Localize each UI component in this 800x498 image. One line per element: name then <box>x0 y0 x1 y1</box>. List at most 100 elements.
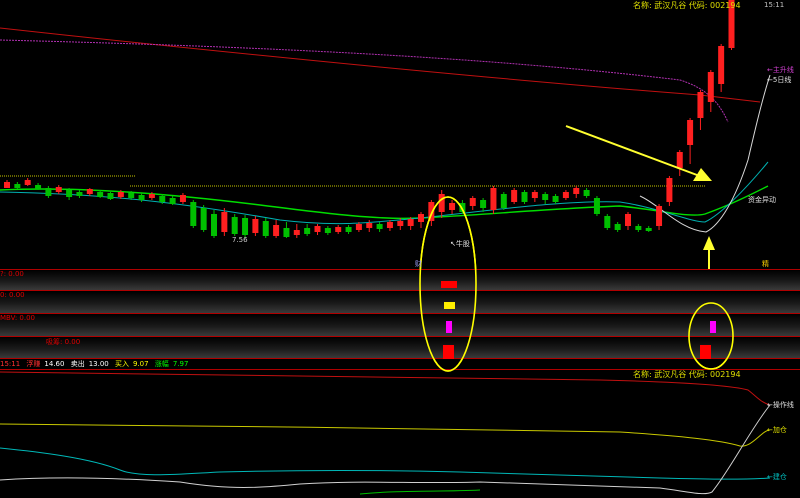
candle <box>324 228 331 233</box>
candle <box>718 46 725 84</box>
candle <box>397 221 404 226</box>
candle <box>366 223 373 228</box>
legend-add: ←加仓 <box>767 426 787 434</box>
candle <box>35 185 42 189</box>
right-small-label: 精 <box>762 260 769 268</box>
main-time: 15:11 <box>764 1 785 9</box>
panel-2-label: 0: 0.00 <box>0 291 25 299</box>
candle <box>200 208 207 230</box>
status-item-1-label: 卖出 <box>70 360 85 368</box>
candle <box>635 226 642 230</box>
arrow-head-bottom <box>703 236 715 250</box>
panel-4-label: 吸筹: 0.00 <box>46 338 81 346</box>
status-time: 15:11 <box>0 360 21 368</box>
candle <box>148 194 155 198</box>
candle <box>304 228 311 234</box>
candle <box>107 193 114 199</box>
candle <box>707 72 714 102</box>
panel-sep-4 <box>0 336 800 337</box>
candle <box>128 193 135 198</box>
candle <box>138 195 145 200</box>
long-ma-magenta <box>0 39 729 123</box>
candle <box>376 224 383 229</box>
candle <box>656 206 663 226</box>
status-item-1-value: 13.00 <box>88 360 109 368</box>
low-price-label: 7.56 <box>232 236 248 244</box>
status-item-0-label: 浮赚 <box>26 360 41 368</box>
panel-sep-3 <box>0 313 800 314</box>
candle <box>293 230 300 235</box>
arrow-line-top <box>565 125 706 179</box>
candle <box>687 120 694 145</box>
kline-chart[interactable] <box>0 0 800 498</box>
candle <box>14 184 21 188</box>
lower-header: 名称: 武汉凡谷 代码: 002194 <box>633 370 741 379</box>
left-small-label: 财 <box>415 260 422 268</box>
candle <box>283 228 290 237</box>
candle <box>159 196 166 202</box>
candle <box>438 194 445 212</box>
panel-1-label: ?: 0.00 <box>0 270 24 278</box>
status-item-3-value: 7.97 <box>172 360 189 368</box>
lower-cyan-line <box>0 447 771 480</box>
status-item-3-label: 涨幅 <box>154 360 169 368</box>
candle <box>469 198 476 206</box>
legend-ma5: ←5日线 <box>767 76 792 84</box>
candle <box>45 188 52 196</box>
ma-green <box>0 185 769 220</box>
candle <box>449 203 456 210</box>
candle <box>86 189 93 194</box>
candle <box>697 92 704 118</box>
candle <box>169 198 176 204</box>
long-ma-red <box>0 27 761 103</box>
panel-sep-1 <box>0 269 800 270</box>
candle <box>562 192 569 198</box>
candle <box>593 198 600 214</box>
lower-green-line <box>359 489 481 495</box>
candle <box>490 188 497 210</box>
candle <box>625 214 631 226</box>
candle <box>500 194 507 208</box>
candle <box>4 182 10 188</box>
candle <box>418 214 424 222</box>
candle <box>242 218 249 235</box>
level-line <box>0 175 705 187</box>
panel-sep-2 <box>0 290 800 291</box>
candle <box>666 178 673 202</box>
panel-3-bg <box>0 314 800 336</box>
candle <box>24 180 31 185</box>
candle <box>117 192 124 197</box>
candle <box>645 228 652 231</box>
candle <box>190 202 197 226</box>
candle <box>252 219 259 233</box>
candle <box>604 216 611 228</box>
ma-cyan <box>0 161 769 225</box>
candle <box>55 187 62 192</box>
candle <box>211 214 217 236</box>
panel-1-bg <box>0 270 800 290</box>
candle <box>480 200 487 208</box>
candle <box>676 152 683 168</box>
candle <box>521 192 528 202</box>
candle <box>66 190 73 197</box>
panel-3-label: MBV: 0.00 <box>0 314 36 322</box>
candle <box>231 217 238 234</box>
candle <box>262 221 269 236</box>
legend-operate: ←操作线 <box>767 401 794 409</box>
candle <box>552 196 559 202</box>
candle <box>614 224 621 230</box>
status-item-0-value: 14.60 <box>44 360 65 368</box>
candle <box>407 219 414 226</box>
candle <box>273 225 280 236</box>
status-item-2-value: 9.07 <box>132 360 149 368</box>
bull-label: ↖牛股 <box>450 240 470 248</box>
candle <box>573 188 580 194</box>
candle <box>511 190 518 202</box>
lower-white-line <box>0 404 771 495</box>
candle <box>97 192 104 197</box>
candle <box>221 212 228 232</box>
status-bar: 15:11 浮赚 14.60 卖出 13.00 买入 9.07 涨幅 7.97 <box>0 359 800 369</box>
candle <box>355 224 362 230</box>
candle <box>531 192 538 198</box>
panel-4-bg <box>0 337 800 358</box>
